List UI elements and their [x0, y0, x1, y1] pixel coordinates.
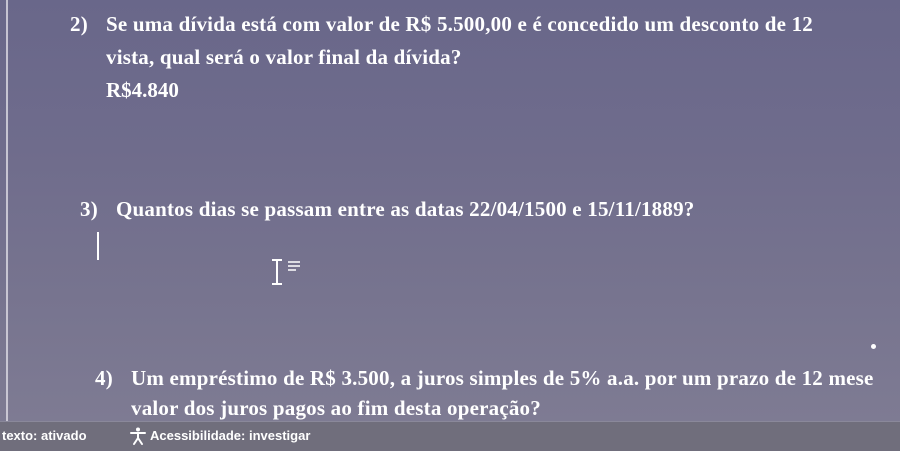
question-2-line-2: vista, qual será o valor final da dívida…: [106, 45, 462, 69]
stray-dot: [871, 344, 876, 349]
page-margin-line: [6, 0, 8, 421]
question-3-line-1: 3) Quantos dias se passam entre as datas …: [80, 197, 694, 222]
status-text-mode[interactable]: texto: ativado: [2, 428, 87, 443]
question-4-text: Um empréstimo de R$ 3.500, a juros simpl…: [131, 366, 874, 390]
status-accessibility[interactable]: Acessibilidade: investigar: [150, 428, 310, 443]
question-4-number: 4): [95, 366, 113, 390]
question-2-number: 2): [70, 12, 88, 36]
question-2-text: Se uma dívida está com valor de R$ 5.500…: [106, 12, 814, 36]
i-beam-cursor-icon: [272, 259, 300, 285]
text-caret: [97, 232, 99, 260]
question-2-line-1: 2) Se uma dívida está com valor de R$ 5.5…: [70, 12, 813, 37]
accessibility-person-icon[interactable]: [128, 426, 148, 446]
document-page[interactable]: 2) Se uma dívida está com valor de R$ 5.5…: [0, 0, 900, 421]
question-4-line-1: 4) Um empréstimo de R$ 3.500, a juros sim…: [95, 366, 874, 391]
question-4-line-2: valor dos juros pagos ao fim desta opera…: [131, 396, 541, 420]
question-3-number: 3): [80, 197, 98, 221]
question-2-answer[interactable]: R$4.840: [106, 78, 179, 103]
question-3-text: Quantos dias se passam entre as datas 22…: [116, 197, 695, 221]
status-bar: texto: ativado Acessibilidade: investiga…: [0, 421, 900, 451]
